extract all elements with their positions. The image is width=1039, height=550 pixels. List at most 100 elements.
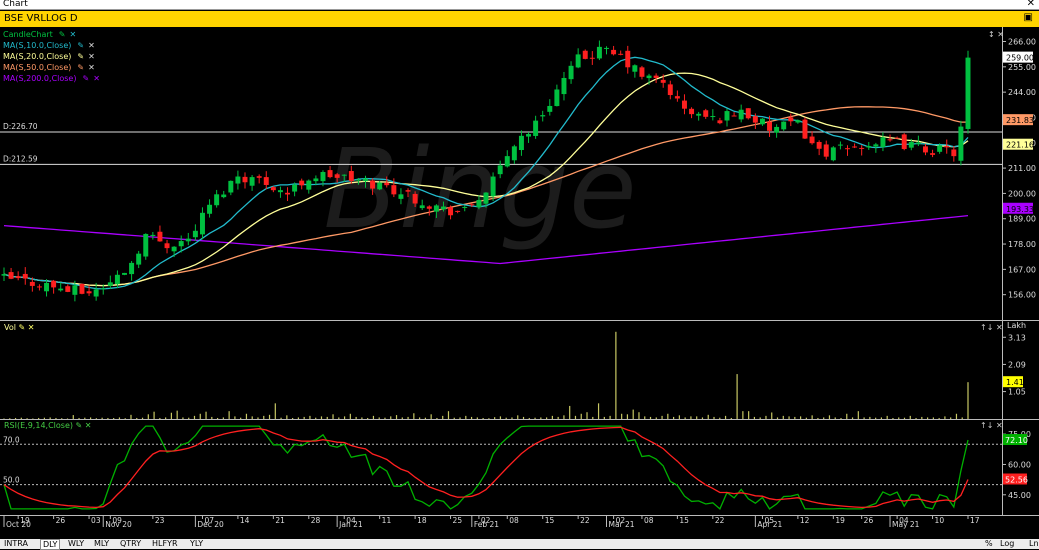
period-button-wly[interactable]: WLY <box>66 539 86 548</box>
candle-body <box>129 262 135 275</box>
vol-unit: Lakh <box>1007 321 1027 330</box>
remove-icon[interactable]: ✕ <box>88 63 95 72</box>
scale-button-percent[interactable]: % <box>983 539 995 548</box>
legend-item[interactable]: MA(S,10.0,Close) ✎ ✕ <box>3 41 100 52</box>
remove-icon[interactable]: ✕ <box>93 74 100 83</box>
candle-body <box>944 145 950 148</box>
candle-body <box>178 241 184 247</box>
candle-body <box>476 199 482 208</box>
candle-body <box>341 174 347 176</box>
rsi-remove-icon[interactable]: ✕ <box>85 421 92 430</box>
candle-body <box>958 126 964 161</box>
watermark: Binge <box>323 125 636 253</box>
chart-canvas[interactable]: Binge266.00255.00244.00233.00222.00211.0… <box>0 27 1039 539</box>
price-badge-label: 221.16 <box>1006 141 1034 150</box>
candle-body <box>823 144 829 157</box>
period-button-qtry[interactable]: QTRY <box>118 539 143 548</box>
legend-item[interactable]: MA(S,200.0,Close) ✎ ✕ <box>3 74 100 85</box>
remove-icon[interactable]: ✕ <box>88 52 95 61</box>
candle-body <box>554 89 560 107</box>
candle-body <box>419 205 425 209</box>
rsi-signal-line <box>3 426 969 509</box>
candle-body <box>93 289 99 297</box>
candle-body <box>221 194 227 198</box>
price-badge-label: 193.33 <box>1006 205 1034 214</box>
legend-item[interactable]: CandleChart ✎ ✕ <box>3 30 100 41</box>
x-tick-label: 10 <box>935 516 945 525</box>
period-button-intra[interactable]: INTRA <box>2 539 30 548</box>
edit-icon[interactable]: ✎ <box>77 52 84 61</box>
vol-edit-icon[interactable]: ✎ <box>19 323 26 332</box>
edit-icon[interactable]: ✎ <box>82 74 89 83</box>
candle-body <box>915 142 921 144</box>
candle-body <box>845 148 850 150</box>
horizontal-line-label: D:226.70 <box>3 122 38 131</box>
period-button-yly[interactable]: YLY <box>188 539 205 548</box>
rsi-edit-icon[interactable]: ✎ <box>76 421 83 430</box>
candle-body <box>490 176 496 197</box>
candle-body <box>852 146 858 148</box>
remove-icon[interactable]: ✕ <box>88 41 95 50</box>
candle-body <box>29 281 35 286</box>
x-tick-label: Nov 20 <box>105 520 132 529</box>
x-tick-label: Apr 21 <box>757 520 782 529</box>
rsi-panel-controls[interactable]: ↑↓ ✕ <box>980 421 1003 430</box>
x-tick-label: 25 <box>453 516 463 525</box>
candle-body <box>171 246 177 252</box>
price-panel-controls[interactable]: ↕ ✕ <box>988 30 1004 39</box>
legend-item[interactable]: MA(S,20.0,Close) ✎ ✕ <box>3 52 100 63</box>
candle-body <box>285 192 291 195</box>
candle-body <box>363 178 368 182</box>
scale-button-lnr[interactable]: Lnr <box>1027 539 1039 548</box>
close-icon[interactable]: ✕ <box>1027 0 1035 9</box>
candle-body <box>249 177 255 186</box>
x-tick-label: 22 <box>580 516 590 525</box>
edit-icon[interactable]: ✎ <box>77 41 84 50</box>
rsi-level-label: 50.0 <box>3 476 20 485</box>
candle-body <box>646 75 652 79</box>
candle-body <box>625 50 631 68</box>
x-tick-label: 11 <box>382 516 392 525</box>
candle-body <box>596 46 602 59</box>
vol-badge-label: 1.41 <box>1006 378 1024 387</box>
edit-icon[interactable]: ✎ <box>59 30 66 39</box>
candle-body <box>575 54 581 68</box>
vol-panel-controls[interactable]: ↑↓ ✕ <box>980 323 1003 332</box>
candle-body <box>44 282 50 292</box>
vol-label: Vol ✎ ✕ <box>4 323 34 332</box>
x-tick-label: 15 <box>679 516 689 525</box>
remove-icon[interactable]: ✕ <box>69 30 76 39</box>
x-tick-label: 07 <box>204 516 214 525</box>
candle-body <box>235 176 241 184</box>
period-button-dly[interactable]: DLY <box>40 539 61 550</box>
candle-body <box>533 120 539 136</box>
period-button-hlfyr[interactable]: HLFYR <box>150 539 180 548</box>
candle-body <box>263 177 269 185</box>
candle-body <box>136 253 142 265</box>
legend-item[interactable]: MA(S,50.0,Close) ✎ ✕ <box>3 63 100 74</box>
candle-body <box>880 137 886 148</box>
scale-button-log[interactable]: Log <box>998 539 1016 548</box>
candle-body <box>313 178 319 182</box>
price-legend: CandleChart ✎ ✕ MA(S,10.0,Close) ✎ ✕ MA(S,20.0… <box>3 30 100 85</box>
candle-body <box>51 280 57 288</box>
candle-body <box>327 170 333 178</box>
candle-body <box>277 190 283 193</box>
copy-icon[interactable]: ▣ <box>1024 12 1033 23</box>
candle-body <box>781 121 787 130</box>
candle-body <box>674 96 680 99</box>
candle-body <box>745 108 751 119</box>
candle-body <box>965 57 971 129</box>
edit-icon[interactable]: ✎ <box>77 63 84 72</box>
candle-body <box>143 233 149 257</box>
period-button-mly[interactable]: MLY <box>92 539 111 548</box>
x-tick-label: Feb 21 <box>474 520 499 529</box>
vol-remove-icon[interactable]: ✕ <box>28 323 35 332</box>
x-tick-label: 19 <box>835 516 845 525</box>
candle-body <box>483 192 489 204</box>
candle-body <box>568 65 574 80</box>
legend-label: MA(S,200.0,Close) <box>3 74 77 83</box>
candle-body <box>292 184 298 192</box>
candle-body <box>526 134 532 137</box>
candle-body <box>589 57 595 59</box>
